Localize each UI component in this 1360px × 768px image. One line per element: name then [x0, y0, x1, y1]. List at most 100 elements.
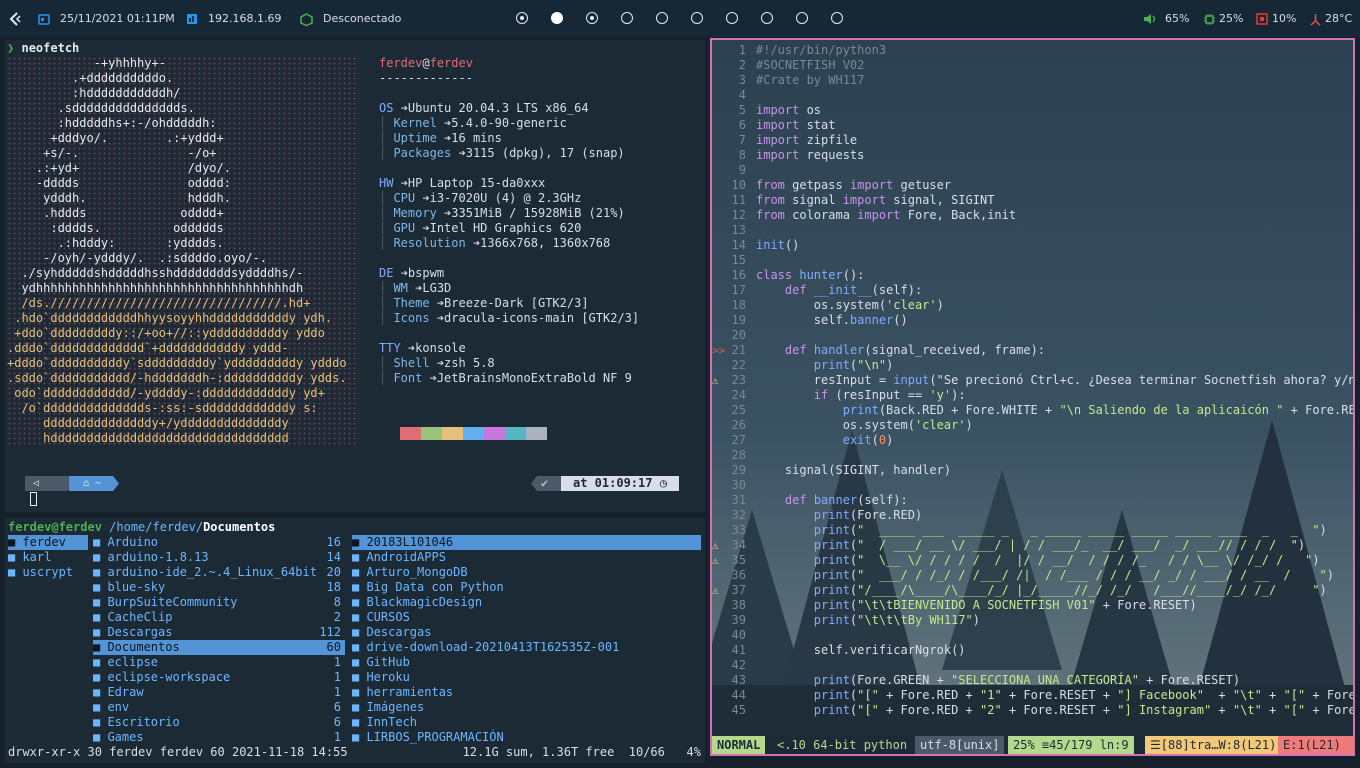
code-line[interactable]: 32 print(Fore.RED) — [712, 508, 1352, 523]
ranger-preview-item[interactable]: ■ BlackmagicDesign — [352, 595, 701, 610]
code-line[interactable]: 16 class hunter(): — [712, 268, 1352, 283]
code-line[interactable]: 39 print("\t\t\tBy WH117") — [712, 613, 1352, 628]
code-line[interactable]: 20 — [712, 328, 1352, 343]
code-area[interactable]: 1 #!/usr/bin/python3 2 #SOCNETFISH V02 3 #Cra… — [712, 43, 1353, 717]
code-line[interactable]: 38 print("\t\tBIENVENIDO A SOCNETFISH V0… — [712, 598, 1352, 613]
ranger-preview-item[interactable]: ■ 20183L101046 — [352, 535, 701, 550]
workspace-10[interactable] — [831, 12, 843, 24]
volume-icon[interactable] — [1143, 0, 1157, 37]
code-line[interactable]: 29 signal(SIGINT, handler) — [712, 463, 1352, 478]
ranger-preview-item[interactable]: ■ drive-download-20210413T162535Z-001 — [352, 640, 701, 655]
ranger-preview-item[interactable]: ■ Descargas — [352, 625, 701, 640]
ranger-dir-item[interactable]: ■ CacheClip 2 — [93, 610, 345, 625]
code-line[interactable]: 30 — [712, 478, 1352, 493]
line-number: 12 — [731, 208, 746, 222]
code-line[interactable]: 42 — [712, 658, 1352, 673]
ranger-preview-item[interactable]: ■ InnTech — [352, 715, 701, 730]
ranger-dir-item[interactable]: ■ blue-sky 18 — [93, 580, 345, 595]
ranger-dir-item[interactable]: ■ Documentos 60 — [93, 640, 345, 655]
code-line[interactable]: 5 import os — [712, 103, 1352, 118]
code-line[interactable]: 15 — [712, 253, 1352, 268]
terminal-neofetch[interactable]: ❯ neofetch -+yhhhhy+- .+ddddddddddo. :hd… — [5, 40, 705, 512]
code-line[interactable]: 4 — [712, 88, 1352, 103]
workspace-3[interactable] — [586, 12, 598, 24]
ranger-preview-item[interactable]: ■ Arturo_MongoDB — [352, 565, 701, 580]
code-line[interactable]: 2 #SOCNETFISH V02 — [712, 58, 1352, 73]
folder-icon: ■ — [352, 655, 367, 669]
ranger-dir-item[interactable]: ■ Arduino 16 — [93, 535, 345, 550]
workspace-8[interactable] — [761, 12, 773, 24]
ranger-dir-item[interactable]: ■ arduino-1.8.13 14 — [93, 550, 345, 565]
ranger-preview-item[interactable]: ■ Big Data con Python — [352, 580, 701, 595]
code-line[interactable]: 18 os.system('clear') — [712, 298, 1352, 313]
ranger-preview-item[interactable]: ■ AndroidAPPS — [352, 550, 701, 565]
workspace-4[interactable] — [621, 12, 633, 24]
folder-icon: ■ — [93, 625, 108, 639]
code-line[interactable]: 40 — [712, 628, 1352, 643]
code-line[interactable]: 12 from colorama import Fore, Back,init — [712, 208, 1352, 223]
code-line[interactable]: 26 os.system('clear') — [712, 418, 1352, 433]
code-line[interactable]: ⚠ 35 print(" \__ \/ / / / / / |/ / __/ / … — [712, 553, 1352, 568]
code-line[interactable]: 27 exit(0) — [712, 433, 1352, 448]
workspace-9[interactable] — [796, 12, 808, 24]
code-line[interactable]: ⚠ 23 resInput = input("Se precionó Ctrl+c… — [712, 373, 1353, 388]
workspace-1[interactable] — [516, 12, 528, 24]
code-line[interactable]: 17 def __init__(self): — [712, 283, 1352, 298]
code-line[interactable]: 31 def banner(self): — [712, 493, 1352, 508]
line-number: 26 — [731, 418, 746, 432]
code-line[interactable]: 10 from getpass import getuser — [712, 178, 1352, 193]
ranger-preview-item[interactable]: ■ Imágenes — [352, 700, 701, 715]
ranger-preview-item[interactable]: ■ LIRBOS_PROGRAMACIÓN — [352, 730, 701, 745]
line-number: 7 — [738, 133, 746, 147]
code-line[interactable]: 22 print("\n") — [712, 358, 1352, 373]
code-line[interactable]: ⚠ 34 print(" / ___/ __ \/ ___/ | / / ___/… — [712, 538, 1352, 553]
code-line[interactable]: 25 print(Back.RED + Fore.WHITE + "\n Sal… — [712, 403, 1353, 418]
ranger-dir-item[interactable]: ■ eclipse-workspace 1 — [93, 670, 345, 685]
workspace-7[interactable] — [726, 12, 738, 24]
bspwm-menu-icon[interactable] — [8, 0, 22, 37]
ranger-dir-item[interactable]: ■ eclipse 1 — [93, 655, 345, 670]
code-line[interactable]: 24 if (resInput == 'y'): — [712, 388, 1352, 403]
ranger-dir-item[interactable]: ■ arduino-ide_2.~.4_Linux_64bit 20 — [93, 565, 345, 580]
ranger-preview-item[interactable]: ■ herramientas — [352, 685, 701, 700]
code-line[interactable]: 45 print("[" + Fore.RED + "2" + Fore.RES… — [712, 703, 1353, 718]
ranger-parent-item[interactable]: ■ karl — [8, 550, 88, 565]
code-line[interactable]: 11 from signal import signal, SIGINT — [712, 193, 1352, 208]
ranger-file-manager[interactable]: ferdev@ferdev /home/ferdev/Documentos ■ … — [5, 518, 705, 763]
code-line[interactable]: ⚠ 37 print("/____/\____/\____/_/ |_/_____… — [712, 583, 1352, 598]
code-line[interactable]: 43 print(Fore.GREEN + "SELECCIONA UNA CA… — [712, 673, 1352, 688]
ranger-preview-item[interactable]: ■ CURSOS — [352, 610, 701, 625]
code-line[interactable]: 14 init() — [712, 238, 1352, 253]
code-line[interactable]: 33 print(" _____ ___ _____ _ _ _____ ___… — [712, 523, 1352, 538]
ranger-dir-item[interactable]: ■ Games 1 — [93, 730, 345, 745]
code-line[interactable]: 1 #!/usr/bin/python3 — [712, 43, 1352, 58]
code-line[interactable]: 9 — [712, 163, 1352, 178]
ranger-dir-item[interactable]: ■ BurpSuiteCommunity 8 — [93, 595, 345, 610]
ranger-dir-item[interactable]: ■ Escritorio 6 — [93, 715, 345, 730]
ranger-preview-item[interactable]: ■ Heroku — [352, 670, 701, 685]
ranger-header: ferdev@ferdev /home/ferdev/Documentos — [8, 520, 275, 535]
ranger-dir-item[interactable]: ■ env 6 — [93, 700, 345, 715]
code-line[interactable]: >> 21 def handler(signal_received, frame)… — [712, 343, 1352, 358]
workspace-6[interactable] — [691, 12, 703, 24]
code-line[interactable]: 28 — [712, 448, 1352, 463]
code-line[interactable]: 19 self.banner() — [712, 313, 1352, 328]
ranger-parent-item[interactable]: ■ ferdev — [8, 535, 88, 550]
code-line[interactable]: 7 import zipfile — [712, 133, 1352, 148]
ranger-dir-item[interactable]: ■ Descargas 112 — [93, 625, 345, 640]
code-line[interactable]: 6 import stat — [712, 118, 1352, 133]
ranger-preview-item[interactable]: ■ GitHub — [352, 655, 701, 670]
code-line[interactable]: 36 print(" ___/ / /_/ / /___/ /| / /___ … — [712, 568, 1352, 583]
code-text: from colorama import Fore, Back,init — [756, 208, 1017, 222]
workspace-5[interactable] — [656, 12, 668, 24]
code-line[interactable]: 8 import requests — [712, 148, 1352, 163]
code-line[interactable]: 13 — [712, 223, 1352, 238]
item-name: Big Data con Python — [366, 580, 504, 594]
neovim-editor[interactable]: 1 #!/usr/bin/python3 2 #SOCNETFISH V02 3 #Cra… — [710, 38, 1355, 756]
code-line[interactable]: 41 self.verificarNgrok() — [712, 643, 1352, 658]
ranger-parent-item[interactable]: ■ uscrypt — [8, 565, 88, 580]
workspace-2[interactable] — [551, 12, 563, 24]
code-line[interactable]: 3 #Crate by WH117 — [712, 73, 1352, 88]
code-line[interactable]: 44 print("[" + Fore.RED + "1" + Fore.RES… — [712, 688, 1353, 703]
ranger-dir-item[interactable]: ■ Edraw 1 — [93, 685, 345, 700]
